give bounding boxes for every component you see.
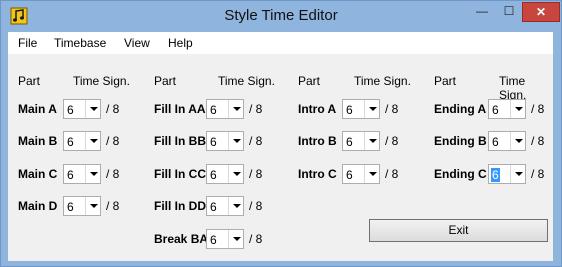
menu-help[interactable]: Help [168, 36, 193, 50]
time-sign-select[interactable]: 6 [342, 99, 380, 119]
chevron-down-icon[interactable] [364, 132, 379, 150]
time-sign-header: Time Sign. [73, 74, 130, 88]
chevron-down-icon[interactable] [228, 197, 243, 215]
denominator-label: / 8 [249, 199, 263, 213]
part-header: Part [434, 74, 457, 88]
part-label: Ending C [434, 167, 487, 181]
time-sign-value: 6 [346, 135, 353, 149]
part-label: Intro C [298, 167, 337, 181]
time-sign-select[interactable]: 6 [206, 164, 244, 184]
denominator-label: / 8 [531, 167, 545, 181]
time-sign-select[interactable]: 6 [488, 99, 526, 119]
menu-file[interactable]: File [18, 36, 37, 50]
denominator-label: / 8 [106, 134, 120, 148]
menu-view[interactable]: View [124, 36, 150, 50]
denominator-label: / 8 [531, 134, 545, 148]
time-sign-value: 6 [210, 200, 217, 214]
time-sign-value: 6 [67, 135, 74, 149]
time-sign-value: 6 [492, 103, 499, 117]
part-label: Main B [18, 134, 58, 148]
exit-button[interactable]: Exit [369, 219, 548, 242]
menu-timebase[interactable]: Timebase [54, 36, 106, 50]
minimize-button[interactable]: — [468, 2, 496, 22]
time-sign-select[interactable]: 6 [342, 164, 380, 184]
denominator-label: / 8 [106, 167, 120, 181]
part-label: Ending A [434, 102, 487, 116]
time-sign-select[interactable]: 6 [63, 99, 101, 119]
maximize-button[interactable]: ☐ [496, 2, 522, 22]
editor-panel: Exit Part Time Sign. Main A 6 / 8 Main B 6 / 8 M… [8, 54, 553, 261]
time-sign-header: Time Sign. [354, 74, 411, 88]
part-label: Intro A [298, 102, 337, 116]
chevron-down-icon[interactable] [85, 197, 100, 215]
time-sign-select[interactable]: 6 [63, 196, 101, 216]
time-sign-value: 6 [492, 135, 499, 149]
chevron-down-icon[interactable] [364, 165, 379, 183]
part-label: Break BA [154, 232, 209, 246]
time-sign-value: 6 [346, 168, 353, 182]
time-sign-select[interactable]: 6 [342, 131, 380, 151]
time-sign-value: 6 [67, 103, 74, 117]
denominator-label: / 8 [249, 102, 263, 116]
time-sign-header: Time Sign. [499, 74, 527, 102]
part-header: Part [154, 74, 177, 88]
title-bar[interactable]: Style Time Editor — ☐ ✕ [1, 1, 561, 31]
chevron-down-icon[interactable] [510, 132, 525, 150]
part-label: Main A [18, 102, 57, 116]
part-label: Fill In AA [154, 102, 206, 116]
time-sign-select[interactable]: 6 [488, 131, 526, 151]
chevron-down-icon[interactable] [85, 132, 100, 150]
denominator-label: / 8 [249, 232, 263, 246]
time-sign-value: 6 [210, 233, 217, 247]
time-sign-value: 6 [210, 135, 217, 149]
chevron-down-icon[interactable] [228, 132, 243, 150]
chevron-down-icon[interactable] [85, 100, 100, 118]
chevron-down-icon[interactable] [510, 100, 525, 118]
part-label: Ending B [434, 134, 487, 148]
time-sign-select[interactable]: 6 [206, 229, 244, 249]
denominator-label: / 8 [106, 199, 120, 213]
denominator-label: / 8 [249, 134, 263, 148]
time-sign-select[interactable]: 6 [63, 131, 101, 151]
denominator-label: / 8 [531, 102, 545, 116]
time-sign-select[interactable]: 6 [206, 131, 244, 151]
time-sign-value: 6 [210, 168, 217, 182]
time-sign-header: Time Sign. [218, 74, 275, 88]
denominator-label: / 8 [385, 167, 399, 181]
part-label: Main C [18, 167, 58, 181]
part-label: Intro B [298, 134, 337, 148]
chevron-down-icon[interactable] [228, 230, 243, 248]
denominator-label: / 8 [249, 167, 263, 181]
part-label: Fill In BB [154, 134, 206, 148]
denominator-label: / 8 [385, 102, 399, 116]
chevron-down-icon[interactable] [510, 165, 525, 183]
time-sign-value: 6 [491, 168, 500, 182]
chevron-down-icon[interactable] [228, 100, 243, 118]
chevron-down-icon[interactable] [228, 165, 243, 183]
time-sign-value: 6 [67, 168, 74, 182]
time-sign-value: 6 [67, 200, 74, 214]
part-header: Part [18, 74, 41, 88]
part-header: Part [298, 74, 321, 88]
time-sign-value: 6 [346, 103, 353, 117]
time-sign-select[interactable]: 6 [488, 164, 526, 184]
chevron-down-icon[interactable] [364, 100, 379, 118]
app-window: Style Time Editor — ☐ ✕ File Timebase Vi… [0, 0, 562, 267]
time-sign-select[interactable]: 6 [206, 99, 244, 119]
time-sign-select[interactable]: 6 [206, 196, 244, 216]
time-sign-value: 6 [210, 103, 217, 117]
part-label: Main D [18, 199, 58, 213]
denominator-label: / 8 [106, 102, 120, 116]
chevron-down-icon[interactable] [85, 165, 100, 183]
denominator-label: / 8 [385, 134, 399, 148]
time-sign-select[interactable]: 6 [63, 164, 101, 184]
menu-bar: File Timebase View Help [8, 32, 553, 54]
part-label: Fill In CC [154, 167, 206, 181]
close-button[interactable]: ✕ [522, 2, 560, 22]
part-label: Fill In DD [154, 199, 206, 213]
